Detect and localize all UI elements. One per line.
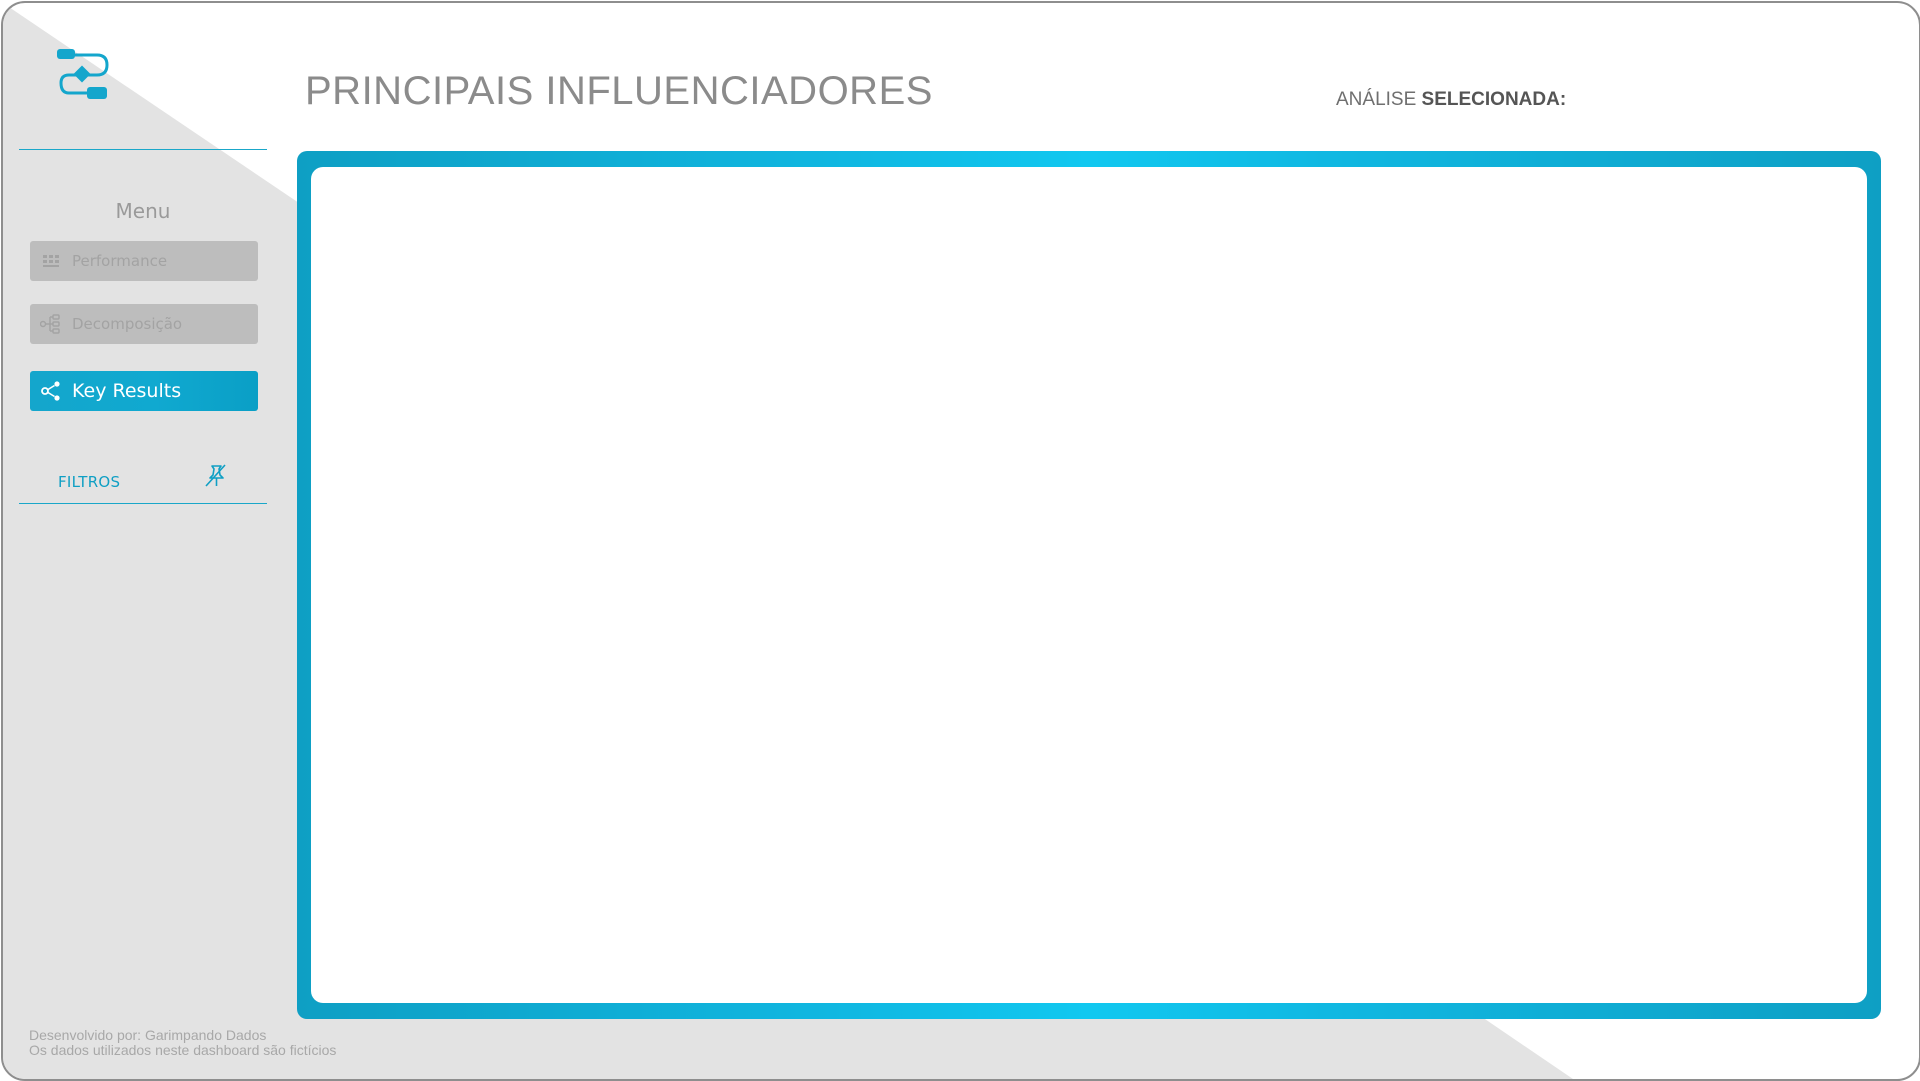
share-icon xyxy=(40,380,62,402)
pin-off-icon[interactable] xyxy=(203,463,227,489)
analysis-bold: SELECIONADA: xyxy=(1421,89,1567,110)
footer-disclaimer: Os dados utilizados neste dashboard são … xyxy=(29,1042,337,1058)
analysis-prefix: ANÁLISE xyxy=(1336,89,1417,110)
report-canvas xyxy=(311,167,1867,1003)
dashboard-frame: Menu Performance Decomposição Key Result… xyxy=(1,1,1920,1081)
footer: Desenvolvido por: Garimpando Dados Os da… xyxy=(29,1028,336,1058)
logo-icon xyxy=(57,49,109,99)
nav-performance-button[interactable]: Performance xyxy=(30,241,258,281)
nav-key-results-label: Key Results xyxy=(72,380,182,402)
report-panel xyxy=(297,151,1881,1019)
sidebar-divider-bottom xyxy=(19,503,267,504)
tree-icon xyxy=(40,313,62,335)
sidebar-divider-top xyxy=(19,149,267,150)
nav-key-results-button[interactable]: Key Results xyxy=(30,371,258,411)
filters-label: FILTROS xyxy=(58,473,121,491)
nav-performance-label: Performance xyxy=(72,252,168,270)
nav-decomposicao-label: Decomposição xyxy=(72,315,183,333)
page-title: PRINCIPAIS INFLUENCIADORES xyxy=(305,69,933,113)
nav-decomposicao-button[interactable]: Decomposição xyxy=(30,304,258,344)
selected-analysis-label: ANÁLISE SELECIONADA: xyxy=(1336,89,1566,111)
menu-title: Menu xyxy=(115,199,171,223)
footer-credit: Desenvolvido por: Garimpando Dados xyxy=(29,1027,267,1043)
grid-icon xyxy=(40,250,62,272)
